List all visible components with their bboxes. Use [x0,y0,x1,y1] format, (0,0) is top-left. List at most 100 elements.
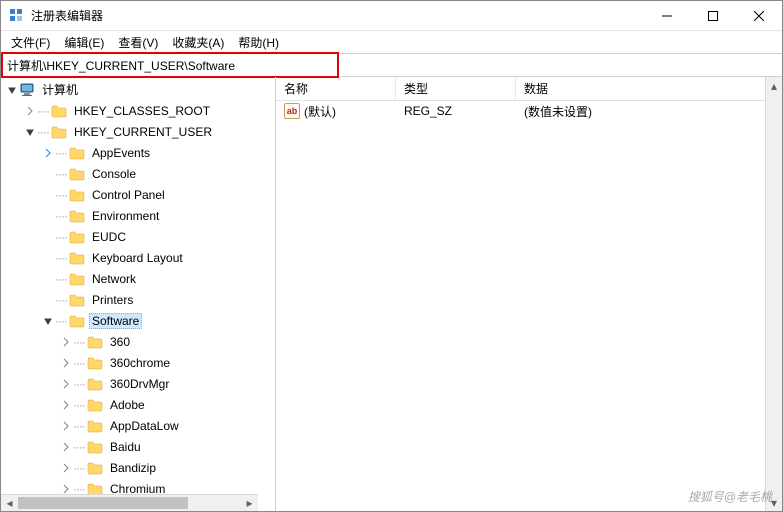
tree-node-计算机[interactable]: 计算机 [1,79,275,100]
col-name[interactable]: 名称 [276,77,396,100]
expander-blank [41,188,55,202]
list-pane: 名称 类型 数据 ab (默认) REG_SZ (数值未设置) ▴ ▾ [276,77,782,511]
chevron-right-icon[interactable] [23,104,37,118]
column-headers: 名称 类型 数据 [276,77,782,101]
chevron-right-icon[interactable] [59,419,73,433]
menu-file[interactable]: 文件(F) [5,32,56,53]
scroll-left-icon[interactable]: ◂ [1,495,18,511]
expander-blank [41,251,55,265]
tree-dots: ···· [37,125,49,139]
tree-dots: ···· [73,440,85,454]
value-name: (默认) [304,103,336,120]
tree-node-keyboard-layout[interactable]: ···· Keyboard Layout [1,247,275,268]
chevron-down-icon[interactable] [5,83,19,97]
chevron-right-icon[interactable] [59,335,73,349]
tree-node-baidu[interactable]: ···· Baidu [1,436,275,457]
chevron-right-icon[interactable] [59,440,73,454]
tree-dots: ···· [55,188,67,202]
tree-label: 360DrvMgr [107,376,172,392]
list-vscroll[interactable]: ▴ ▾ [765,77,782,511]
tree-dots: ···· [73,356,85,370]
menu-edit[interactable]: 编辑(E) [58,32,110,53]
tree-label: Network [89,271,139,287]
chevron-right-icon[interactable] [59,461,73,475]
tree-dots: ···· [73,335,85,349]
tree-label: HKEY_CURRENT_USER [71,124,215,140]
tree-dots: ···· [55,230,67,244]
cell-type: REG_SZ [396,104,516,118]
tree-dots: ···· [55,251,67,265]
app-icon [9,8,25,24]
expander-blank [41,167,55,181]
tree-node-hkey_current_user[interactable]: ···· HKEY_CURRENT_USER [1,121,275,142]
tree-dots: ···· [55,146,67,160]
chevron-right-icon[interactable] [59,398,73,412]
tree-node-appdatalow[interactable]: ···· AppDataLow [1,415,275,436]
tree-node-360chrome[interactable]: ···· 360chrome [1,352,275,373]
tree-label: AppEvents [89,145,153,161]
close-button[interactable] [736,1,782,30]
tree-node-control-panel[interactable]: ···· Control Panel [1,184,275,205]
expander-blank [41,293,55,307]
tree-node-eudc[interactable]: ···· EUDC [1,226,275,247]
expander-blank [41,272,55,286]
tree-label: Environment [89,208,162,224]
chevron-right-icon[interactable] [59,356,73,370]
tree-dots: ···· [73,461,85,475]
address-bar[interactable]: 计算机\HKEY_CURRENT_USER\Software [1,53,782,77]
tree-dots: ···· [73,398,85,412]
tree-label: 360 [107,334,133,350]
tree-label: AppDataLow [107,418,182,434]
cell-name: ab (默认) [276,103,396,120]
tree-dots: ···· [55,314,67,328]
tree-node-printers[interactable]: ···· Printers [1,289,275,310]
tree-node-network[interactable]: ···· Network [1,268,275,289]
tree-dots: ···· [37,104,49,118]
tree-node-environment[interactable]: ···· Environment [1,205,275,226]
tree-label: Baidu [107,439,144,455]
tree-label: 计算机 [39,80,81,99]
menu-view[interactable]: 查看(V) [112,32,164,53]
tree-label: EUDC [89,229,129,245]
chevron-right-icon[interactable] [41,146,55,160]
tree-node-hkey_classes_root[interactable]: ···· HKEY_CLASSES_ROOT [1,100,275,121]
scroll-up-icon[interactable]: ▴ [766,77,782,94]
chevron-down-icon[interactable] [41,314,55,328]
tree-dots: ···· [73,419,85,433]
tree-node-software[interactable]: ···· Software [1,310,275,331]
tree-node-console[interactable]: ···· Console [1,163,275,184]
tree-label: Keyboard Layout [89,250,186,266]
expander-blank [41,209,55,223]
chevron-right-icon[interactable] [59,377,73,391]
col-data[interactable]: 数据 [516,77,782,100]
tree-label: HKEY_CLASSES_ROOT [71,103,213,119]
maximize-button[interactable] [690,1,736,30]
tree-hscroll[interactable]: ◂ ▸ [1,494,258,511]
tree-label: Printers [89,292,136,308]
menu-help[interactable]: 帮助(H) [232,32,285,53]
tree-node-360[interactable]: ···· 360 [1,331,275,352]
hscroll-thumb[interactable] [18,497,188,509]
tree-label: Bandizip [107,460,159,476]
menu-bar: 文件(F) 编辑(E) 查看(V) 收藏夹(A) 帮助(H) [1,31,782,53]
tree-label: Console [89,166,139,182]
tree-dots: ···· [55,272,67,286]
tree-label: 360chrome [107,355,173,371]
tree-dots: ···· [55,167,67,181]
tree-node-adobe[interactable]: ···· Adobe [1,394,275,415]
scroll-down-icon[interactable]: ▾ [766,494,782,511]
address-text[interactable]: 计算机\HKEY_CURRENT_USER\Software [1,57,782,74]
title-bar: 注册表编辑器 [1,1,782,31]
tree-label: Adobe [107,397,148,413]
menu-favorites[interactable]: 收藏夹(A) [166,32,230,53]
tree-node-appevents[interactable]: ···· AppEvents [1,142,275,163]
expander-blank [41,230,55,244]
chevron-down-icon[interactable] [23,125,37,139]
col-type[interactable]: 类型 [396,77,516,100]
scroll-right-icon[interactable]: ▸ [241,495,258,511]
tree-node-360drvmgr[interactable]: ···· 360DrvMgr [1,373,275,394]
tree-label: Software [89,313,142,329]
minimize-button[interactable] [644,1,690,30]
tree-node-bandizip[interactable]: ···· Bandizip [1,457,275,478]
list-row[interactable]: ab (默认) REG_SZ (数值未设置) [276,101,782,121]
